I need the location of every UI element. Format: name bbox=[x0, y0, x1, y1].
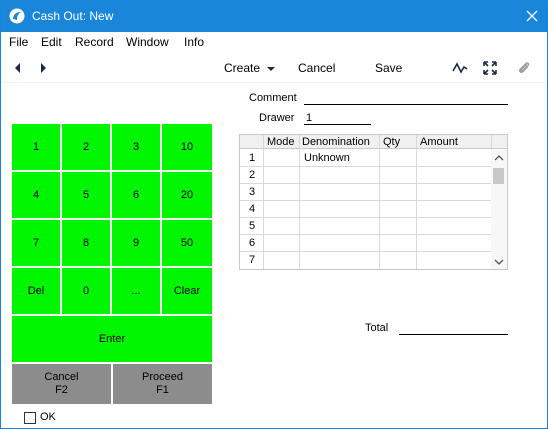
key-7[interactable]: 7 bbox=[12, 220, 60, 266]
ok-checkbox[interactable] bbox=[24, 412, 36, 424]
key-2[interactable]: 2 bbox=[62, 124, 110, 170]
table-row[interactable]: 6 bbox=[240, 235, 491, 252]
title-bar: Cash Out: New bbox=[1, 1, 547, 32]
menu-edit[interactable]: Edit bbox=[41, 35, 62, 49]
key-ellipsis[interactable]: ... bbox=[112, 268, 160, 314]
key-3[interactable]: 3 bbox=[112, 124, 160, 170]
row-number: 3 bbox=[249, 186, 256, 198]
paperclip-icon[interactable] bbox=[516, 60, 532, 76]
cancel-button[interactable]: Cancel bbox=[298, 61, 335, 75]
key-9[interactable]: 9 bbox=[112, 220, 160, 266]
column-denomination: Denomination bbox=[302, 136, 370, 148]
close-button[interactable] bbox=[517, 1, 547, 32]
ok-label: OK bbox=[40, 411, 56, 423]
toolbar: Create Cancel Save bbox=[1, 53, 547, 83]
keypad-cancel-label: Cancel bbox=[44, 371, 79, 383]
drawer-underline bbox=[304, 124, 371, 125]
menu-bar: File Edit Record Window Info bbox=[1, 32, 547, 53]
table-row[interactable]: 5 bbox=[240, 218, 491, 235]
column-amount: Amount bbox=[420, 136, 458, 148]
window-title: Cash Out: New bbox=[32, 9, 114, 23]
key-del[interactable]: Del bbox=[12, 268, 60, 314]
menu-file[interactable]: File bbox=[9, 35, 28, 49]
row-number: 4 bbox=[249, 203, 256, 215]
keypad-proceed-shortcut: F1 bbox=[156, 384, 169, 396]
create-label: Create bbox=[224, 61, 261, 75]
grid-scrollbar[interactable] bbox=[491, 150, 507, 269]
menu-record[interactable]: Record bbox=[75, 35, 114, 49]
close-icon bbox=[526, 10, 538, 22]
row-number: 5 bbox=[249, 220, 256, 232]
total-underline bbox=[399, 334, 508, 335]
row-number: 7 bbox=[249, 254, 256, 266]
key-6[interactable]: 6 bbox=[112, 172, 160, 218]
key-1[interactable]: 1 bbox=[12, 124, 60, 170]
key-8[interactable]: 8 bbox=[62, 220, 110, 266]
scroll-down-icon[interactable] bbox=[491, 257, 507, 267]
hansaworld-icon bbox=[9, 8, 25, 24]
comment-underline bbox=[304, 104, 508, 105]
key-0[interactable]: 0 bbox=[62, 268, 110, 314]
chevron-down-icon bbox=[267, 66, 276, 71]
key-enter[interactable]: Enter bbox=[12, 316, 212, 362]
scroll-up-icon[interactable] bbox=[491, 153, 507, 163]
column-qty: Qty bbox=[383, 136, 401, 148]
keypad-proceed-button[interactable]: Proceed F1 bbox=[113, 364, 212, 404]
grid-divider bbox=[416, 135, 417, 269]
key-20[interactable]: 20 bbox=[162, 172, 212, 218]
key-50[interactable]: 50 bbox=[162, 220, 212, 266]
table-row[interactable]: 3 bbox=[240, 184, 491, 201]
pulse-icon[interactable] bbox=[452, 60, 468, 76]
table-row[interactable]: 1 Unknown bbox=[240, 150, 491, 167]
keypad-proceed-label: Proceed bbox=[142, 371, 183, 383]
comment-label: Comment bbox=[249, 92, 297, 104]
column-mode: Mode bbox=[267, 136, 295, 148]
expand-icon[interactable] bbox=[482, 60, 498, 76]
grid-divider bbox=[379, 135, 380, 269]
cell-denomination[interactable]: Unknown bbox=[304, 152, 350, 164]
grid-divider bbox=[299, 135, 300, 269]
denomination-grid: Mode Denomination Qty Amount 1 Unknown 2… bbox=[239, 134, 508, 270]
menu-window[interactable]: Window bbox=[126, 35, 169, 49]
table-row[interactable]: 7 bbox=[240, 252, 491, 269]
grid-divider bbox=[263, 135, 264, 269]
keypad-cancel-button[interactable]: Cancel F2 bbox=[12, 364, 111, 404]
grid-header: Mode Denomination Qty Amount bbox=[240, 135, 507, 149]
key-5[interactable]: 5 bbox=[62, 172, 110, 218]
forward-arrow-icon[interactable] bbox=[37, 61, 49, 75]
total-label: Total bbox=[365, 322, 389, 334]
cash-out-window: Cash Out: New File Edit Record Window In… bbox=[0, 0, 548, 429]
menu-info[interactable]: Info bbox=[184, 35, 204, 49]
save-button[interactable]: Save bbox=[375, 61, 402, 75]
back-arrow-icon[interactable] bbox=[12, 61, 24, 75]
key-clear[interactable]: Clear bbox=[162, 268, 212, 314]
scrollbar-thumb[interactable] bbox=[493, 168, 504, 184]
drawer-label: Drawer bbox=[259, 112, 295, 124]
create-button[interactable]: Create bbox=[224, 61, 276, 75]
row-number: 6 bbox=[249, 237, 256, 249]
row-number: 1 bbox=[249, 152, 256, 164]
key-10[interactable]: 10 bbox=[162, 124, 212, 170]
keypad-cancel-shortcut: F2 bbox=[55, 384, 68, 396]
row-number: 2 bbox=[249, 169, 256, 181]
table-row[interactable]: 2 bbox=[240, 167, 491, 184]
table-row[interactable]: 4 bbox=[240, 201, 491, 218]
key-4[interactable]: 4 bbox=[12, 172, 60, 218]
